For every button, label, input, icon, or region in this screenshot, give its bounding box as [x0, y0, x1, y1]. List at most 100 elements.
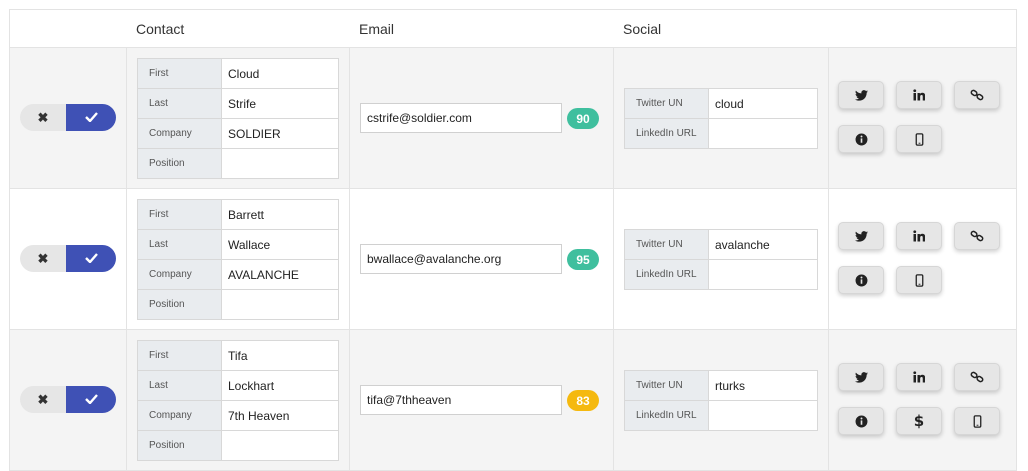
twitter-icon [854, 371, 868, 383]
last-name-row: Last Strife [138, 89, 338, 119]
company-label: Company [138, 401, 222, 430]
column-header-social: Social [623, 21, 662, 37]
linkedin-url-row: LinkedIn URL [625, 119, 817, 149]
company-row: Company 7th Heaven [138, 401, 338, 431]
table-row: ✖ First Tifa Last Lockhart Company 7th Heaven P… [10, 330, 1016, 471]
first-name-input[interactable]: Tifa [222, 341, 338, 370]
close-icon: ✖ [37, 250, 49, 266]
position-input[interactable] [222, 290, 338, 319]
twitter-username-row: Twitter UN avalanche [625, 230, 817, 260]
twitter-button[interactable] [838, 363, 884, 391]
first-name-label: First [138, 200, 222, 229]
link-button[interactable] [954, 363, 1000, 391]
company-input[interactable]: AVALANCHE [222, 260, 338, 289]
twitter-username-row: Twitter UN rturks [625, 371, 817, 401]
twitter-username-label: Twitter UN [625, 371, 709, 400]
contact-fields: First Tifa Last Lockhart Company 7th Heaven Po… [137, 340, 339, 461]
position-row: Position [138, 431, 338, 461]
reject-option[interactable]: ✖ [20, 104, 66, 131]
mobile-button[interactable] [896, 125, 942, 153]
info-button[interactable] [838, 266, 884, 294]
company-label: Company [138, 260, 222, 289]
contacts-table: Contact Email Social ✖ First Cloud Last Stri… [9, 9, 1017, 471]
score-badge: 90 [567, 108, 599, 129]
email-field[interactable]: tifa@7thheaven [360, 385, 562, 415]
twitter-icon [854, 89, 868, 101]
twitter-icon [854, 230, 868, 242]
linkedin-url-input[interactable] [709, 119, 817, 148]
linkedin-icon [913, 371, 925, 383]
first-name-label: First [138, 341, 222, 370]
link-button[interactable] [954, 81, 1000, 109]
position-label: Position [138, 149, 222, 178]
linkedin-url-input[interactable] [709, 260, 817, 289]
link-icon [970, 370, 984, 384]
accept-option[interactable] [66, 245, 116, 272]
first-name-row: First Barrett [138, 200, 338, 230]
last-name-label: Last [138, 89, 222, 118]
table-header: Contact Email Social [10, 10, 1016, 48]
table-row: ✖ First Cloud Last Strife Company SOLDIER Posit… [10, 48, 1016, 189]
linkedin-url-input[interactable] [709, 401, 817, 430]
info-icon [855, 133, 868, 146]
twitter-username-input[interactable]: rturks [709, 371, 817, 400]
twitter-username-label: Twitter UN [625, 230, 709, 259]
twitter-username-input[interactable]: avalanche [709, 230, 817, 259]
position-input[interactable] [222, 431, 338, 460]
info-button[interactable] [838, 125, 884, 153]
check-icon [84, 391, 98, 409]
company-row: Company SOLDIER [138, 119, 338, 149]
position-row: Position [138, 149, 338, 179]
column-header-email: Email [359, 21, 395, 37]
twitter-button[interactable] [838, 222, 884, 250]
info-button[interactable] [838, 407, 884, 435]
company-input[interactable]: SOLDIER [222, 119, 338, 148]
social-fields: Twitter UN cloud LinkedIn URL [624, 88, 818, 149]
linkedin-button[interactable] [896, 81, 942, 109]
reject-option[interactable]: ✖ [20, 386, 66, 413]
first-name-row: First Cloud [138, 59, 338, 89]
company-input[interactable]: 7th Heaven [222, 401, 338, 430]
accept-option[interactable] [66, 386, 116, 413]
twitter-username-label: Twitter UN [625, 89, 709, 118]
table-row: ✖ First Barrett Last Wallace Company AVALANCHE… [10, 189, 1016, 330]
enable-toggle[interactable]: ✖ [20, 245, 116, 272]
first-name-input[interactable]: Barrett [222, 200, 338, 229]
last-name-input[interactable]: Lockhart [222, 371, 338, 400]
twitter-button[interactable] [838, 81, 884, 109]
enable-toggle[interactable]: ✖ [20, 386, 116, 413]
close-icon: ✖ [37, 109, 49, 125]
reject-option[interactable]: ✖ [20, 245, 66, 272]
linkedin-icon [913, 230, 925, 242]
last-name-input[interactable]: Wallace [222, 230, 338, 259]
company-label: Company [138, 119, 222, 148]
twitter-username-row: Twitter UN cloud [625, 89, 817, 119]
link-button[interactable] [954, 222, 1000, 250]
social-fields: Twitter UN avalanche LinkedIn URL [624, 229, 818, 290]
position-input[interactable] [222, 149, 338, 178]
position-label: Position [138, 431, 222, 460]
mobile-icon [973, 414, 982, 428]
enable-toggle[interactable]: ✖ [20, 104, 116, 131]
contact-fields: First Barrett Last Wallace Company AVALANCHE P… [137, 199, 339, 320]
linkedin-button[interactable] [896, 363, 942, 391]
twitter-username-input[interactable]: cloud [709, 89, 817, 118]
mobile-button[interactable] [896, 266, 942, 294]
info-icon [855, 415, 868, 428]
dollar-icon: $ [913, 412, 925, 430]
info-icon [855, 274, 868, 287]
first-name-row: First Tifa [138, 341, 338, 371]
last-name-input[interactable]: Strife [222, 89, 338, 118]
linkedin-button[interactable] [896, 222, 942, 250]
email-field[interactable]: bwallace@avalanche.org [360, 244, 562, 274]
dollar-button[interactable]: $ [896, 407, 942, 435]
score-badge: 95 [567, 249, 599, 270]
email-field[interactable]: cstrife@soldier.com [360, 103, 562, 133]
link-icon [970, 229, 984, 243]
mobile-icon [915, 273, 924, 287]
accept-option[interactable] [66, 104, 116, 131]
social-fields: Twitter UN rturks LinkedIn URL [624, 370, 818, 431]
mobile-button[interactable] [954, 407, 1000, 435]
position-label: Position [138, 290, 222, 319]
first-name-input[interactable]: Cloud [222, 59, 338, 88]
